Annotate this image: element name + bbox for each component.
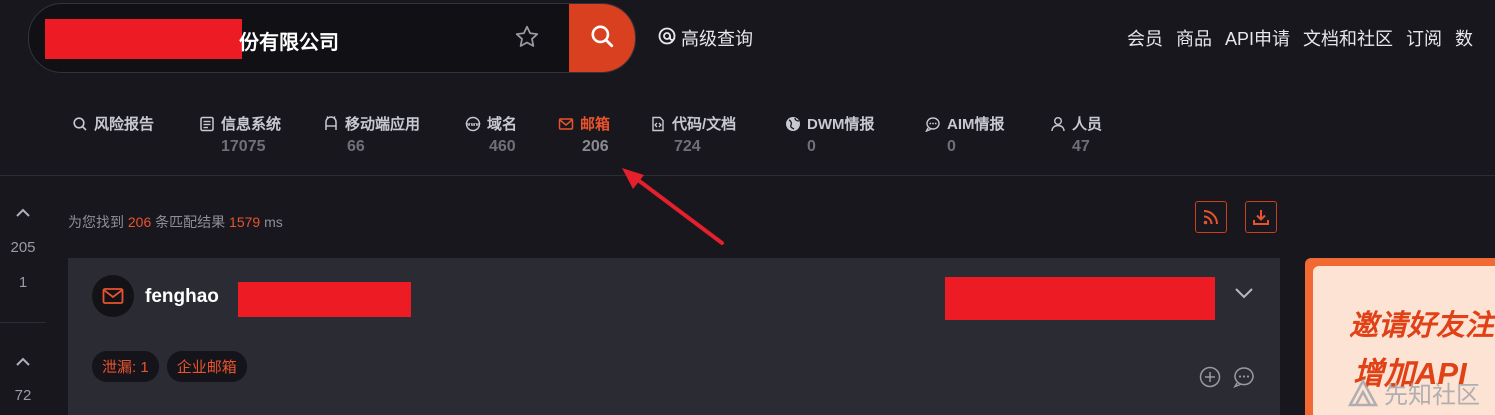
tab-mobile-apps[interactable]: 移动端应用 66	[323, 113, 420, 156]
annotation-arrow	[622, 168, 724, 245]
result-card: fenghao 泄漏: 1 企业邮箱	[68, 258, 1280, 415]
vote-count: 205	[10, 239, 36, 256]
header-divider	[0, 175, 1495, 176]
globe-icon	[786, 116, 800, 131]
tab-count: 724	[674, 138, 701, 155]
upvote-button[interactable]	[0, 205, 46, 222]
download-button[interactable]	[1245, 201, 1277, 233]
nav-item-data[interactable]: 数	[1455, 25, 1473, 51]
result-count: 206	[127, 214, 152, 230]
tab-label: DWM情报	[807, 116, 875, 133]
person-icon	[1051, 116, 1065, 131]
tab-label: 代码/文档	[672, 116, 737, 133]
tab-label: 邮箱	[580, 116, 611, 133]
result-summary: 为您找到 206 条匹配结果 1579 ms	[68, 212, 283, 232]
redacted-block	[238, 282, 411, 317]
watermark-text: 先知社区	[1384, 382, 1480, 409]
tab-label: 域名	[487, 116, 518, 133]
search-bar[interactable]: 份有限公司	[28, 3, 636, 73]
tab-code-docs[interactable]: 代码/文档 724	[650, 113, 736, 156]
search-button[interactable]	[569, 4, 635, 72]
star-icon[interactable]	[514, 24, 540, 55]
tag-list: 泄漏: 1 企业邮箱	[92, 351, 247, 382]
tab-count: 17075	[221, 138, 266, 155]
promo-line-1: 邀请好友注	[1349, 310, 1495, 342]
result-middle: 条匹配结果	[155, 214, 226, 230]
result-prefix: 为您找到	[68, 214, 124, 230]
result-title[interactable]: fenghao	[145, 286, 219, 308]
mail-icon	[558, 117, 574, 130]
top-nav: 会员 商品 API申请 文档和社区 订阅 数	[1127, 25, 1473, 51]
add-icon[interactable]	[1199, 366, 1221, 393]
nav-item-docs[interactable]: 文档和社区	[1303, 25, 1393, 51]
upvote-button[interactable]	[0, 354, 46, 371]
vote-count-secondary: 1	[18, 274, 28, 291]
mail-avatar	[92, 275, 134, 317]
tab-count: 0	[947, 138, 956, 155]
tab-info-systems[interactable]: 信息系统 17075	[199, 113, 281, 156]
result-time-unit: ms	[264, 214, 283, 230]
vote-divider	[0, 322, 46, 323]
nav-item-member[interactable]: 会员	[1127, 25, 1163, 51]
tab-domains[interactable]: www 域名 460	[465, 113, 517, 156]
tab-dwm-intel[interactable]: DWM情报 0	[785, 113, 875, 156]
redacted-block	[945, 277, 1215, 320]
nav-item-api[interactable]: API申请	[1225, 25, 1290, 51]
document-list-icon	[200, 116, 214, 131]
watermark: 先知社区	[1348, 375, 1480, 410]
card-actions	[1199, 366, 1255, 393]
tab-count: 66	[347, 138, 365, 155]
tab-aim-intel[interactable]: AIM情报 0	[925, 113, 1005, 156]
tab-label: 风险报告	[94, 116, 155, 133]
www-icon: www	[465, 116, 481, 131]
tag-leak[interactable]: 泄漏: 1	[92, 351, 159, 382]
tab-label: 信息系统	[221, 116, 282, 133]
rss-button[interactable]	[1195, 201, 1227, 233]
rss-icon	[1203, 210, 1218, 225]
redacted-block	[45, 19, 242, 59]
mail-icon	[102, 288, 124, 304]
chevron-up-icon	[16, 357, 30, 366]
comment-icon[interactable]	[1233, 366, 1255, 393]
nav-item-products[interactable]: 商品	[1176, 25, 1212, 51]
watermark-logo-icon	[1348, 378, 1378, 406]
download-icon	[1253, 210, 1269, 225]
tab-label: 移动端应用	[345, 116, 421, 133]
tab-email[interactable]: 邮箱 206	[558, 113, 610, 156]
chevron-down-icon[interactable]	[1234, 286, 1254, 304]
tab-label: AIM情报	[947, 116, 1005, 133]
tab-risk-report[interactable]: 风险报告	[72, 113, 154, 138]
tab-count: 47	[1072, 138, 1090, 155]
tab-count: 460	[489, 138, 516, 155]
search-query-text[interactable]: 份有限公司	[239, 26, 339, 55]
mobile-app-icon	[325, 115, 337, 130]
advanced-search-label: 高级查询	[681, 29, 753, 49]
vote-count: 72	[14, 387, 32, 404]
svg-text:www: www	[465, 122, 480, 128]
search-icon	[589, 23, 615, 54]
tab-label: 人员	[1072, 116, 1103, 133]
tag-enterprise-email[interactable]: 企业邮箱	[166, 351, 247, 382]
at-icon	[657, 26, 677, 51]
nav-item-subscribe[interactable]: 订阅	[1406, 25, 1442, 51]
tab-count: 0	[807, 138, 816, 155]
tab-people[interactable]: 人员 47	[1050, 113, 1102, 156]
code-doc-icon	[652, 116, 664, 131]
advanced-search-link[interactable]: 高级查询	[657, 25, 753, 51]
chat-icon	[925, 116, 940, 132]
chevron-up-icon	[16, 208, 30, 217]
search-icon	[73, 116, 87, 131]
tab-count: 206	[582, 138, 609, 155]
result-time: 1579	[229, 214, 261, 230]
